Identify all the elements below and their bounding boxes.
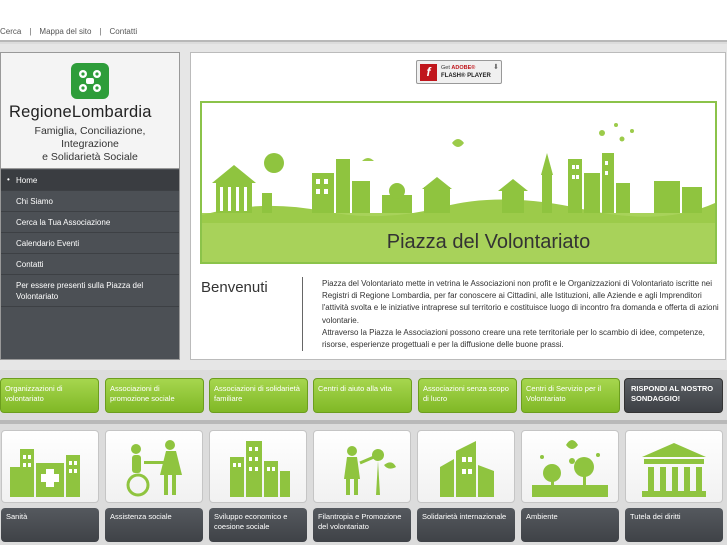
nav-item-cerca-associazione[interactable]: Cerca la Tua Associazione <box>1 212 179 233</box>
volunteer-icon <box>313 430 411 503</box>
logo-subtitle-line: Famiglia, Conciliazione, <box>34 125 146 137</box>
sector-label: Solidarietà internazionale <box>417 508 515 542</box>
sector-tile-sviluppo-economico[interactable]: Sviluppo economico e coesione sociale <box>209 430 307 542</box>
category-organizzazioni-volontariato[interactable]: Organizzazioni di volontariato <box>0 378 99 413</box>
category-aiuto-vita[interactable]: Centri di aiuto alla vita <box>313 378 412 413</box>
sidebar-nav: Home Chi Siamo Cerca la Tua Associazione… <box>1 170 179 307</box>
intro-paragraph: Piazza del Volontariato mette in vetrina… <box>322 279 719 325</box>
flash-line2: FLASH® PLAYER <box>441 73 491 79</box>
welcome-heading: Benvenuti <box>201 279 268 296</box>
category-promozione-sociale[interactable]: Associazioni di promozione sociale <box>105 378 204 413</box>
top-link-cerca[interactable]: Cerca <box>0 27 21 36</box>
category-senza-scopo-lucro[interactable]: Associazioni senza scopo di lucro <box>418 378 517 413</box>
sector-tile-solidarieta-internazionale[interactable]: Solidarietà internazionale <box>417 430 515 542</box>
globe-icon <box>417 430 515 503</box>
logo-subtitle-line: Integrazione <box>61 138 119 150</box>
sector-label: Sviluppo economico e coesione sociale <box>209 508 307 542</box>
top-separator: | <box>29 27 32 36</box>
category-solidarieta-familiare[interactable]: Associazioni di solidarietà familiare <box>209 378 308 413</box>
flash-line1: Get ADOBE® <box>441 65 475 71</box>
regione-lombardia-logo-icon <box>71 63 109 99</box>
nav-item-calendario-eventi[interactable]: Calendario Eventi <box>1 233 179 254</box>
flash-line1-prefix: Get <box>441 65 450 71</box>
main-content: f Get ADOBE® FLASH® PLAYER ⬇ Piazza del … <box>190 52 726 360</box>
sector-tile-filantropia[interactable]: Filantropia e Promozione del volontariat… <box>313 430 411 542</box>
logo-subtitle-line: e Solidarietà Sociale <box>42 151 138 163</box>
hospital-icon <box>1 430 99 503</box>
flash-icon: f <box>420 64 437 81</box>
nav-item-home[interactable]: Home <box>1 170 179 191</box>
divider <box>302 277 303 351</box>
intro-paragraph: Attraverso la Piazza le Associazioni pos… <box>322 327 705 350</box>
logo-subtitle: Famiglia, Conciliazione, Integrazione e … <box>1 125 179 164</box>
download-arrow-icon: ⬇ <box>493 64 499 71</box>
top-link-mappa[interactable]: Mappa del sito <box>39 27 91 36</box>
flash-brand: ADOBE® <box>451 65 476 71</box>
wheelchair-icon <box>105 430 203 503</box>
get-flash-player-button[interactable]: f Get ADOBE® FLASH® PLAYER ⬇ <box>416 60 502 84</box>
sector-tile-tutela-diritti[interactable]: Tutela dei diritti <box>625 430 723 542</box>
sector-tile-ambiente[interactable]: Ambiente <box>521 430 619 542</box>
nav-item-chi-siamo[interactable]: Chi Siamo <box>1 191 179 212</box>
sector-label: Assistenza sociale <box>105 508 203 542</box>
logo-area[interactable]: RegioneLombardia Famiglia, Conciliazione… <box>1 53 179 169</box>
top-links: Cerca | Mappa del sito | Contatti <box>0 27 137 36</box>
sector-tile-sanita[interactable]: Sanità <box>1 430 99 542</box>
sector-label: Filantropia e Promozione del volontariat… <box>313 508 411 542</box>
courthouse-icon <box>625 430 723 503</box>
banner-title: Piazza del Volontariato <box>386 231 591 253</box>
city-icon <box>209 430 307 503</box>
sector-tiles: Sanità Assistenza sociale Sviluppo econo… <box>0 430 727 545</box>
category-centri-servizio[interactable]: Centri di Servizio per il Volontariato <box>521 378 620 413</box>
section-separator <box>0 420 727 424</box>
sidebar: RegioneLombardia Famiglia, Conciliazione… <box>0 52 180 360</box>
sector-label: Sanità <box>1 508 99 542</box>
environment-icon <box>521 430 619 503</box>
survey-button[interactable]: RISPONDI AL NOSTRO SONDAGGIO! <box>624 378 723 413</box>
logo-name: RegioneLombardia <box>9 103 152 121</box>
category-buttons: Organizzazioni di volontariato Associazi… <box>0 378 727 414</box>
top-bar: Cerca | Mappa del sito | Contatti <box>0 0 727 42</box>
hero-banner: Piazza del Volontariato <box>200 101 717 264</box>
sector-tile-assistenza-sociale[interactable]: Assistenza sociale <box>105 430 203 542</box>
sector-label: Ambiente <box>521 508 619 542</box>
nav-item-contatti[interactable]: Contatti <box>1 254 179 275</box>
top-separator: | <box>99 27 102 36</box>
sector-label: Tutela dei diritti <box>625 508 723 542</box>
top-link-contatti[interactable]: Contatti <box>110 27 138 36</box>
nav-item-essere-presenti[interactable]: Per essere presenti sulla Piazza del Vol… <box>1 275 179 307</box>
intro-text: Piazza del Volontariato mette in vetrina… <box>322 278 722 351</box>
